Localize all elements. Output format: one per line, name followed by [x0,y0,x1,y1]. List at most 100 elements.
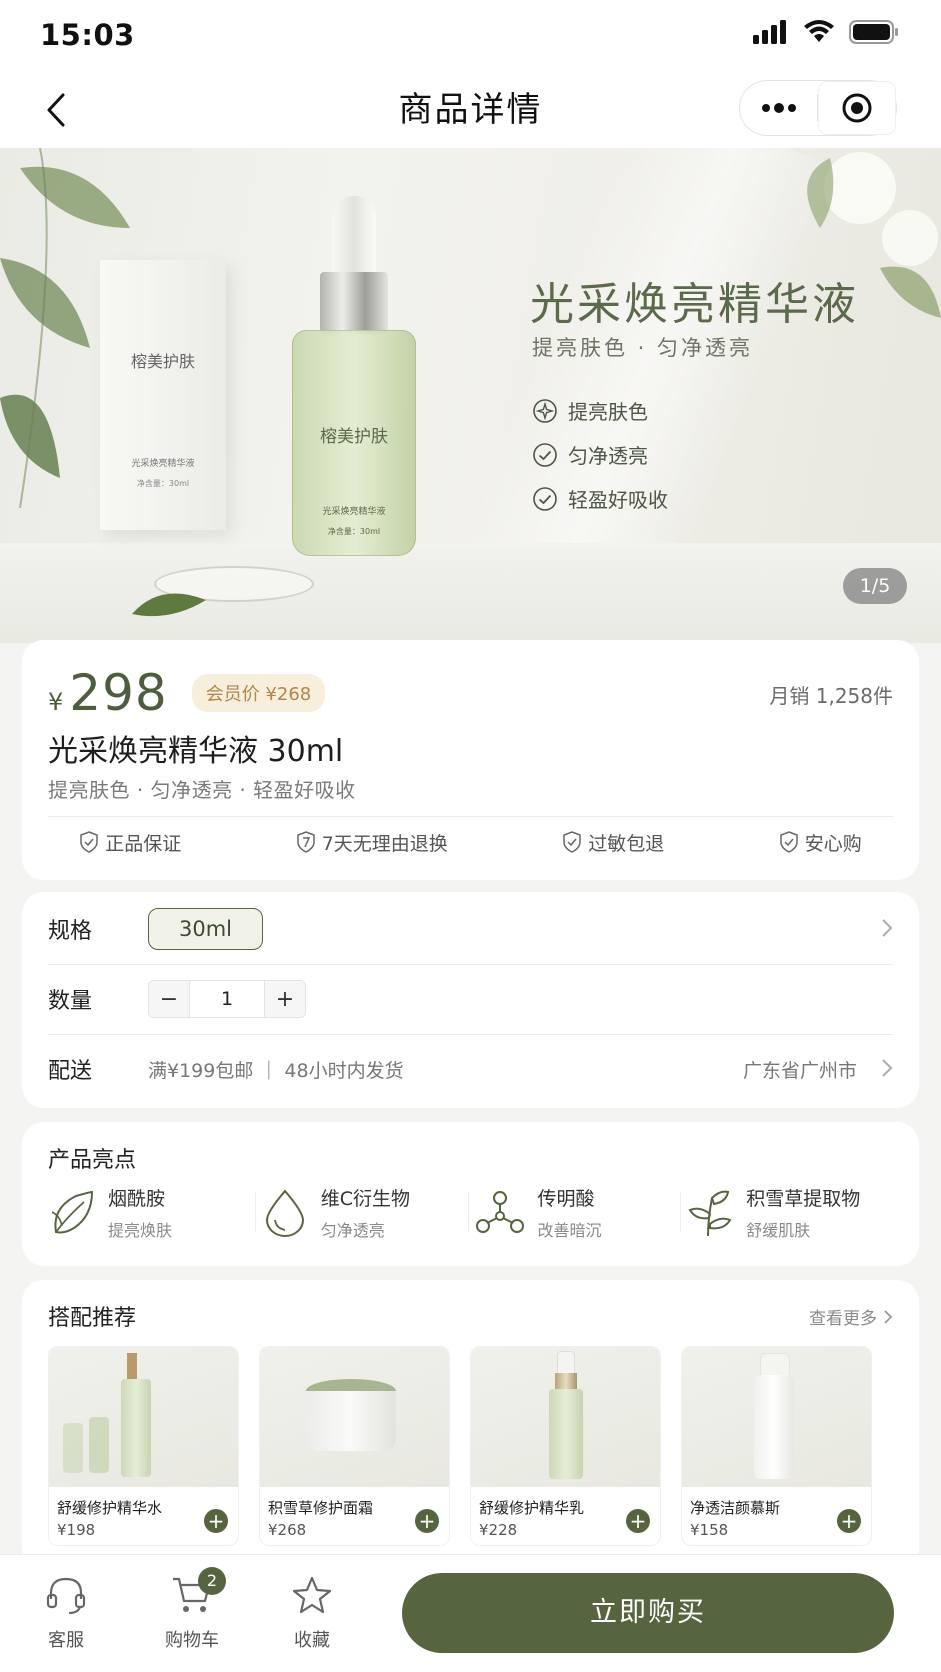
decrease-button[interactable]: − [149,981,189,1017]
price-row: ¥ 298 会员价 ¥268 [48,664,326,722]
status-bar: 15:03 [0,0,941,72]
cart-label: 购物车 [165,1630,219,1651]
product-hero-banner[interactable]: 榕美护肤 光采焕亮精华液 净含量：30ml 榕美护肤 光采焕亮精华液 净含量：3… [0,148,941,643]
product-box-image: 榕美护肤 光采焕亮精华液 净含量：30ml [100,260,226,530]
box-brand-text: 榕美护肤 [130,352,195,371]
quantity-label: 数量 [48,989,93,1014]
delivery-label: 配送 [48,1059,93,1084]
currency-symbol: ¥ [48,688,64,716]
product-thumbnail [682,1347,871,1487]
cart-button[interactable]: 2 购物车 [152,1567,232,1652]
quantity-value[interactable]: 1 [189,981,265,1017]
increase-button[interactable]: + [265,981,305,1017]
bottle-name-text: 光采焕亮精华液 [322,507,386,517]
sparkle-icon [533,398,557,423]
guarantee-label: 过敏包退 [588,832,665,855]
highlight-name: 维C衍生物 [320,1188,411,1210]
monthly-sales: 月销 1,258件 [769,684,893,708]
highlight-desc: 提亮焕肤 [108,1221,173,1240]
hero-feature-text: 轻盈好吸收 [568,488,668,512]
add-to-cart-button[interactable]: + [837,1509,861,1533]
highlight-name: 积雪草提取物 [746,1188,861,1210]
customer-service-button[interactable]: 客服 [26,1575,106,1652]
hero-subtitle: 提亮肤色 · 匀净透亮 [532,336,754,360]
chevron-right-icon [882,919,893,937]
guarantee-label: 正品保证 [105,832,182,855]
recommend-product[interactable]: 舒缓修护精华水 ¥198 + [48,1346,239,1546]
highlight-item: 烟酰胺 提亮焕肤 [48,1184,261,1241]
price: 298 [69,664,168,722]
guarantee-item: 7天无理由退换 [296,829,448,856]
shield-check-icon [80,831,98,853]
product-bottle-image: 榕美护肤 光采焕亮精华液 净含量：30ml [292,196,416,556]
hero-title: 光采焕亮精华液 [530,279,859,330]
recommend-price: ¥268 [268,1521,307,1539]
hero-feature-text: 匀净透亮 [568,444,648,468]
favorite-label: 收藏 [294,1630,330,1651]
chevron-right-icon [882,1059,893,1077]
guarantee-item: 正品保证 [79,829,181,856]
delivery-info: 满¥199包邮 ｜ 48小时内发货 [148,1059,404,1082]
product-description: 提亮肤色 · 匀净透亮 · 轻盈好吸收 [48,778,356,802]
product-thumbnail [49,1347,238,1487]
view-more-link[interactable]: 查看更多 [809,1304,893,1329]
hero-feature-text: 提亮肤色 [568,400,648,424]
highlight-desc: 改善暗沉 [537,1221,602,1240]
guarantee-label: 7天无理由退换 [321,832,448,855]
check-circle-icon [533,442,557,467]
recommend-title: 搭配推荐 [48,1306,137,1331]
more-button[interactable] [740,81,817,135]
spec-row[interactable]: 规格 30ml [48,894,893,964]
spec-option-30ml[interactable]: 30ml [148,908,264,950]
chevron-right-icon [884,1309,893,1324]
highlights-card: 产品亮点 烟酰胺提亮焕肤 维C衍生物匀净透亮 传明酸改善暗沉 积雪草提取物 舒缓肌… [22,1122,919,1266]
favorite-button[interactable]: 收藏 [272,1575,352,1652]
check-circle-icon [533,486,557,511]
bottle-brand-text: 榕美护肤 [320,427,388,447]
recommend-product[interactable]: 舒缓修护精华乳 ¥228 + [470,1346,661,1546]
guarantee-item: 安心购 [779,829,862,856]
highlight-name: 传明酸 [537,1188,595,1210]
recommend-product[interactable]: 积雪草修护面霜 ¥268 + [259,1346,450,1546]
highlights-title: 产品亮点 [48,1148,137,1173]
price-card: ¥ 298 会员价 ¥268 月销 1,258件 光采焕亮精华液 30ml 提亮… [22,640,919,880]
guarantee-label: 安心购 [804,832,862,855]
image-pager: 1/5 [843,568,907,604]
back-button[interactable] [36,88,76,132]
buy-now-button[interactable]: 立即购买 [402,1573,894,1653]
quantity-stepper: − 1 + [148,980,306,1018]
member-price-badge: 会员价 ¥268 [191,674,326,712]
status-time: 15:03 [40,18,135,52]
highlight-desc: 舒缓肌肤 [746,1221,811,1240]
shield-check-icon [563,831,581,853]
wifi-icon [804,20,834,42]
delivery-row[interactable]: 配送 满¥199包邮 ｜ 48小时内发货 广东省广州市 [48,1034,893,1104]
customer-service-label: 客服 [48,1630,84,1651]
add-to-cart-button[interactable]: + [626,1509,650,1533]
bottom-action-bar: 客服 2 购物车 收藏 立即购买 [0,1554,941,1672]
box-volume-text: 净含量：30ml [136,479,190,488]
leaf-on-table [132,593,206,617]
product-thumbnail [260,1347,449,1487]
highlights-list: 烟酰胺提亮焕肤 维C衍生物匀净透亮 传明酸改善暗沉 积雪草提取物 舒缓肌肤 [48,1184,899,1241]
add-to-cart-button[interactable]: + [415,1509,439,1533]
delivery-region: 广东省广州市 [742,1059,857,1082]
headset-icon [46,1577,86,1614]
close-miniprogram-button[interactable] [818,81,896,135]
recommend-name: 积雪草修护面霜 [268,1499,374,1517]
product-thumbnail [471,1347,660,1487]
highlight-desc: 匀净透亮 [320,1221,385,1240]
add-to-cart-button[interactable]: + [204,1509,228,1533]
recommend-product[interactable]: 净透洁颜慕斯 ¥158 + [681,1346,872,1546]
highlight-name: 烟酰胺 [108,1188,166,1210]
star-icon [292,1576,332,1614]
hero-feature: 轻盈好吸收 [532,484,668,513]
quantity-row: 数量 − 1 + [48,964,893,1034]
nav-bar: 商品详情 [0,72,941,148]
recommend-name: 净透洁颜慕斯 [690,1499,781,1517]
options-card: 规格 30ml 数量 − 1 + 配送 满¥199包邮 ｜ 48小时内发货 广东… [22,892,919,1108]
more-dots-icon [761,103,796,113]
signal-icon [753,20,786,44]
highlight-item: 传明酸 改善暗沉 [467,1184,687,1241]
herb-icon [688,1190,732,1236]
